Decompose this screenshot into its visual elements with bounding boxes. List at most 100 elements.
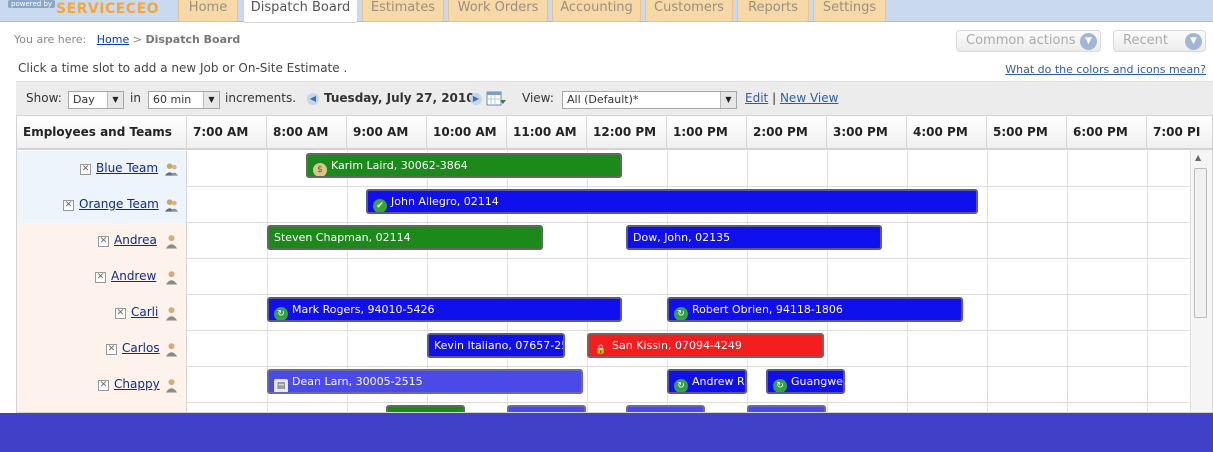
job-label: Dean Larn, 30005-2515 [292,375,423,388]
vertical-scrollbar[interactable]: ▲ [1190,150,1212,412]
previous-day-icon[interactable]: ◀ [307,93,319,105]
schedule-row[interactable]: ✕ Andrea [17,223,1189,259]
job-bar[interactable]: ↻ Robert Obrien, 94118-1806 [667,297,963,322]
common-actions-label: Common actions [966,33,1076,48]
show-period-value: Day [73,93,95,106]
employee-name-link[interactable]: Chappy [114,377,160,391]
tab-reports[interactable]: Reports [737,0,809,22]
job-bar[interactable]: ✔ John Allegro, 02114 [366,189,978,214]
row-name-cell: ✕ Chappy [17,367,187,403]
hour-header: 2:00 PM [747,116,827,150]
breadcrumb: You are here: Home > Dispatch Board [14,33,240,46]
job-bar[interactable]: $ Karim Laird, 30062-3864 [306,153,622,178]
scrollbar-thumb[interactable] [1194,168,1207,318]
tab-estimates[interactable]: Estimates [362,0,444,22]
remove-icon[interactable]: ✕ [98,236,109,247]
calendar-picker-icon[interactable] [486,90,506,107]
logo-tagline: powered by [8,0,56,8]
show-period-select[interactable]: Day ▼ [68,91,124,109]
recurring-icon: ↻ [674,307,688,320]
checkmark-icon: ✔ [373,199,387,212]
tab-settings[interactable]: Settings [813,0,886,22]
next-day-icon[interactable]: ▶ [470,93,482,105]
team-name-link[interactable]: Orange Team [79,197,159,211]
recent-label: Recent [1123,33,1168,48]
breadcrumb-prefix: You are here: [14,33,87,46]
hour-header: 6:00 PM [1067,116,1147,150]
job-bar[interactable]: ↻ Guangwe [766,369,845,394]
dropdown-arrow-icon: ▼ [107,92,123,108]
team-name-link[interactable]: Blue Team [96,161,158,175]
team-icon [164,163,179,176]
colors-help-link[interactable]: What do the colors and icons mean? [1005,63,1206,76]
job-bar[interactable]: 🔒 San Kissin, 07094-4249 [587,333,824,358]
servicececo-logo[interactable]: powered by SERVICECEO [8,0,168,20]
remove-icon[interactable]: ✕ [98,380,109,391]
remove-icon[interactable]: ✕ [80,164,91,175]
employee-name-link[interactable]: Andrea [114,233,157,247]
job-bar[interactable]: ▤ Dean Larn, 30005-2515 [267,369,583,394]
team-icon [164,199,179,212]
top-nav: powered by SERVICECEO Home Dispatch Boar… [0,0,1213,23]
hour-header: 12:00 PM [587,116,667,150]
money-bag-icon: $ [313,163,327,176]
recurring-icon: ↻ [773,379,787,392]
scroll-up-icon[interactable]: ▲ [1195,153,1201,162]
job-bar-partial[interactable] [386,405,465,412]
lock-icon: 🔒 [595,345,607,355]
view-select[interactable]: All (Default)* ▼ [562,91,737,109]
dropdown-arrow-icon: ▼ [720,92,736,108]
view-label: View: [522,91,554,105]
breadcrumb-home-link[interactable]: Home [97,33,129,46]
interval-select[interactable]: 60 min ▼ [148,91,220,109]
row-name-cell [17,403,187,412]
row-name-cell: ✕ Carlos [17,331,187,367]
grid-header-row: Employees and Teams 7:00 AM 8:00 AM 9:00… [17,116,1212,150]
current-date: Tuesday, July 27, 2010 [324,91,475,105]
schedule-row-partial[interactable] [17,403,1189,412]
employee-name-link[interactable]: Carlos [122,341,160,355]
tab-accounting[interactable]: Accounting [552,0,641,22]
show-label: Show: [26,91,62,105]
job-bar[interactable]: Kevin Italiano, 07657-251 [427,333,565,358]
breadcrumb-current: Dispatch Board [145,33,241,46]
hour-header: 11:00 AM [507,116,587,150]
job-bar[interactable]: ↻ Mark Rogers, 94010-5426 [267,297,622,322]
remove-icon[interactable]: ✕ [95,272,106,283]
job-label: Kevin Italiano, 07657-251 [434,339,565,352]
remove-icon[interactable]: ✕ [106,344,117,355]
job-bar-partial[interactable] [507,405,586,412]
recent-button[interactable]: Recent ▼ [1113,30,1206,52]
common-actions-button[interactable]: Common actions ▼ [956,30,1101,52]
tab-dispatch-board[interactable]: Dispatch Board [243,0,358,23]
hour-header: 3:00 PM [827,116,907,150]
row-name-cell: ✕ Orange Team [17,187,187,223]
hour-header: 8:00 AM [267,116,347,150]
job-bar[interactable]: ↻ Andrew R [667,369,747,394]
row-name-cell: ✕ Carli [17,295,187,331]
hour-header: 7:00 AM [187,116,267,150]
edit-view-link[interactable]: Edit [745,91,768,105]
hour-header: 5:00 PM [987,116,1067,150]
hour-header: 10:00 AM [427,116,507,150]
remove-icon[interactable]: ✕ [115,308,126,319]
tab-work-orders[interactable]: Work Orders [448,0,548,22]
job-bar[interactable]: Dow, John, 02135 [626,225,882,250]
employee-name-link[interactable]: Carli [131,305,158,319]
breadcrumb-separator: > [132,33,142,46]
tab-customers[interactable]: Customers [645,0,733,22]
dispatch-toolbar: Show: Day ▼ in 60 min ▼ increments. ◀ Tu… [16,81,1213,115]
schedule-row[interactable]: ✕ Andrew [17,259,1189,295]
new-view-link[interactable]: New View [780,91,838,105]
remove-icon[interactable]: ✕ [63,200,74,211]
job-bar-partial[interactable] [747,405,826,412]
person-icon [165,379,178,393]
recurring-icon: ↻ [674,379,688,392]
job-bar[interactable]: Steven Chapman, 02114 [267,225,543,250]
row-name-cell: ✕ Andrew [17,259,187,295]
tab-home[interactable]: Home [178,0,238,22]
job-label: Guangwe [791,375,843,388]
employee-name-link[interactable]: Andrew [111,269,156,283]
job-bar-partial[interactable] [626,405,705,412]
schedule-row[interactable]: ✕ Chappy [17,367,1189,403]
